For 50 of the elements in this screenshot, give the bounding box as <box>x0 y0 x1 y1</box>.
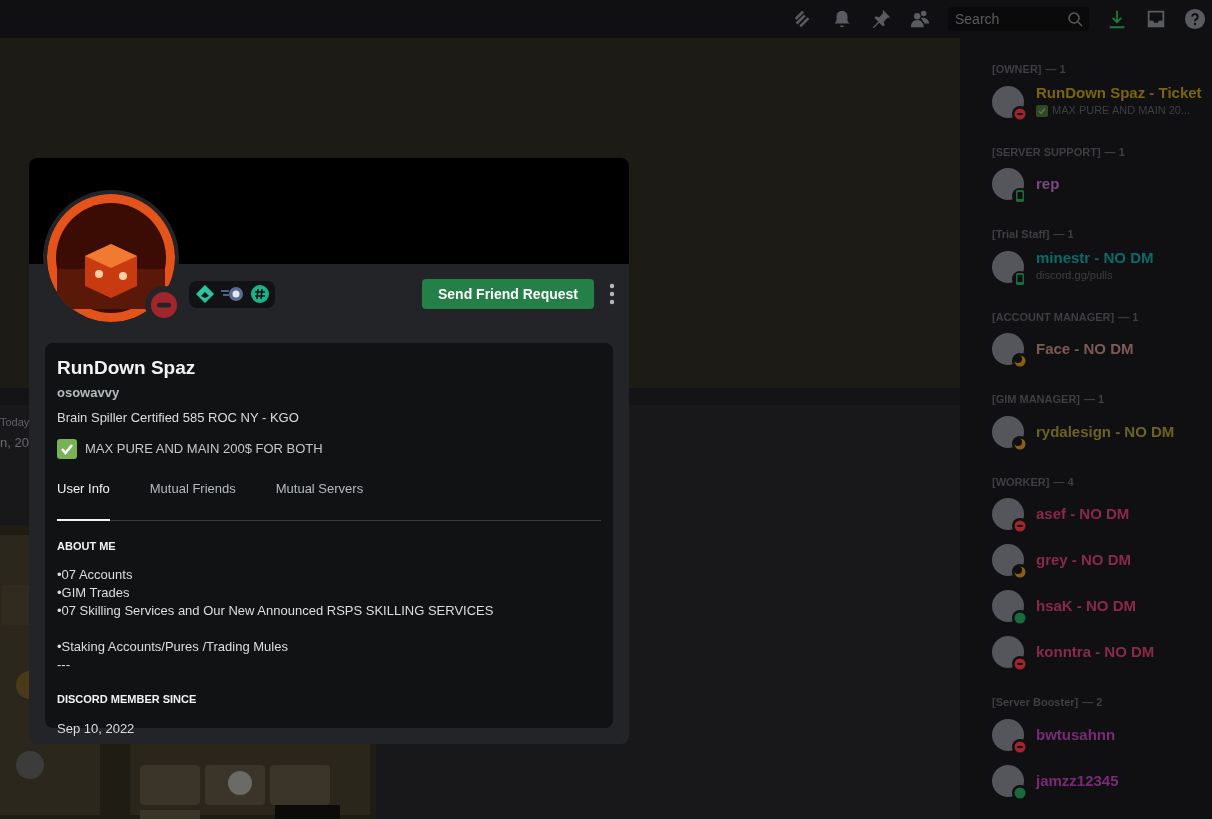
member-item[interactable]: bwtusahnn <box>992 718 1212 751</box>
section-heading: DISCORD MEMBER SINCE <box>57 692 198 707</box>
check-icon <box>57 439 77 459</box>
display-name: RunDown Spaz <box>57 357 197 379</box>
member-item[interactable]: konntra - NO DM <box>992 636 1212 668</box>
inbox-icon[interactable] <box>1145 8 1167 30</box>
member-item[interactable]: jamzz12345 <box>992 764 1212 797</box>
member-item[interactable]: hsaK - NO DM <box>992 590 1212 622</box>
member-item[interactable]: grey - NO DM <box>992 544 1212 576</box>
member-name: rep <box>1036 175 1060 193</box>
orb-icon <box>221 286 245 302</box>
member-name: bwtusahnn <box>1036 725 1116 744</box>
hashtag-icon <box>251 285 269 303</box>
bio-text: Brain Spiller Certified 585 ROC NY - KGO <box>57 408 300 427</box>
member-name: hsaK - NO DM <box>1036 597 1136 615</box>
member-name: konntra - NO DM <box>1036 643 1155 661</box>
member-name: Face - NO DM <box>1036 340 1134 358</box>
pin-icon[interactable] <box>870 8 892 30</box>
send-friend-request-button[interactable]: Send Friend Request <box>421 279 594 309</box>
profile-text-line: •GIM Trades <box>57 584 131 602</box>
profile-text-line: •Staking Accounts/Pures /Trading Mules <box>57 638 289 656</box>
message-text: n, 20 <box>0 434 29 452</box>
profile-tab[interactable]: User Info <box>57 479 110 521</box>
custom-status: MAX PURE AND MAIN 200$ FOR BOTH <box>85 440 323 459</box>
profile-text-line: --- <box>57 656 71 674</box>
more-icon[interactable] <box>609 283 615 305</box>
profile-text-line: •07 Skilling Services and Our New Announced RSPS SKILLING SERVICES <box>57 602 495 620</box>
search-icon <box>1067 11 1083 27</box>
member-name: RunDown Spaz - Ticket <box>1036 84 1202 103</box>
section-heading: ABOUT ME <box>57 538 117 554</box>
profile-text-line: •07 Accounts <box>57 566 134 584</box>
help-icon[interactable] <box>1184 8 1206 30</box>
members-icon[interactable] <box>909 8 931 30</box>
check-icon <box>1036 104 1048 117</box>
day-label: Today <box>0 415 30 430</box>
profile-tab[interactable]: Mutual Servers <box>275 479 364 521</box>
member-item[interactable]: rep <box>992 168 1212 200</box>
search-field[interactable]: Search <box>948 7 1089 31</box>
member-name: minestr - NO DM <box>1036 249 1154 268</box>
member-name: rydalesign - NO DM <box>1036 422 1175 441</box>
member-item[interactable]: asef - NO DM <box>992 498 1212 530</box>
username: osowavvy <box>57 384 121 402</box>
member-name: asef - NO DM <box>1036 505 1130 523</box>
profile-tab[interactable]: Mutual Friends <box>149 479 236 521</box>
member-item[interactable]: Face - NO DM <box>992 333 1212 365</box>
diamond-icon <box>195 284 215 304</box>
profile-text-line: Sep 10, 2022 <box>57 719 136 738</box>
member-name: jamzz12345 <box>1036 771 1119 790</box>
member-name: grey - NO DM <box>1036 551 1131 569</box>
member-item[interactable]: rydalesign - NO DM <box>992 415 1212 448</box>
